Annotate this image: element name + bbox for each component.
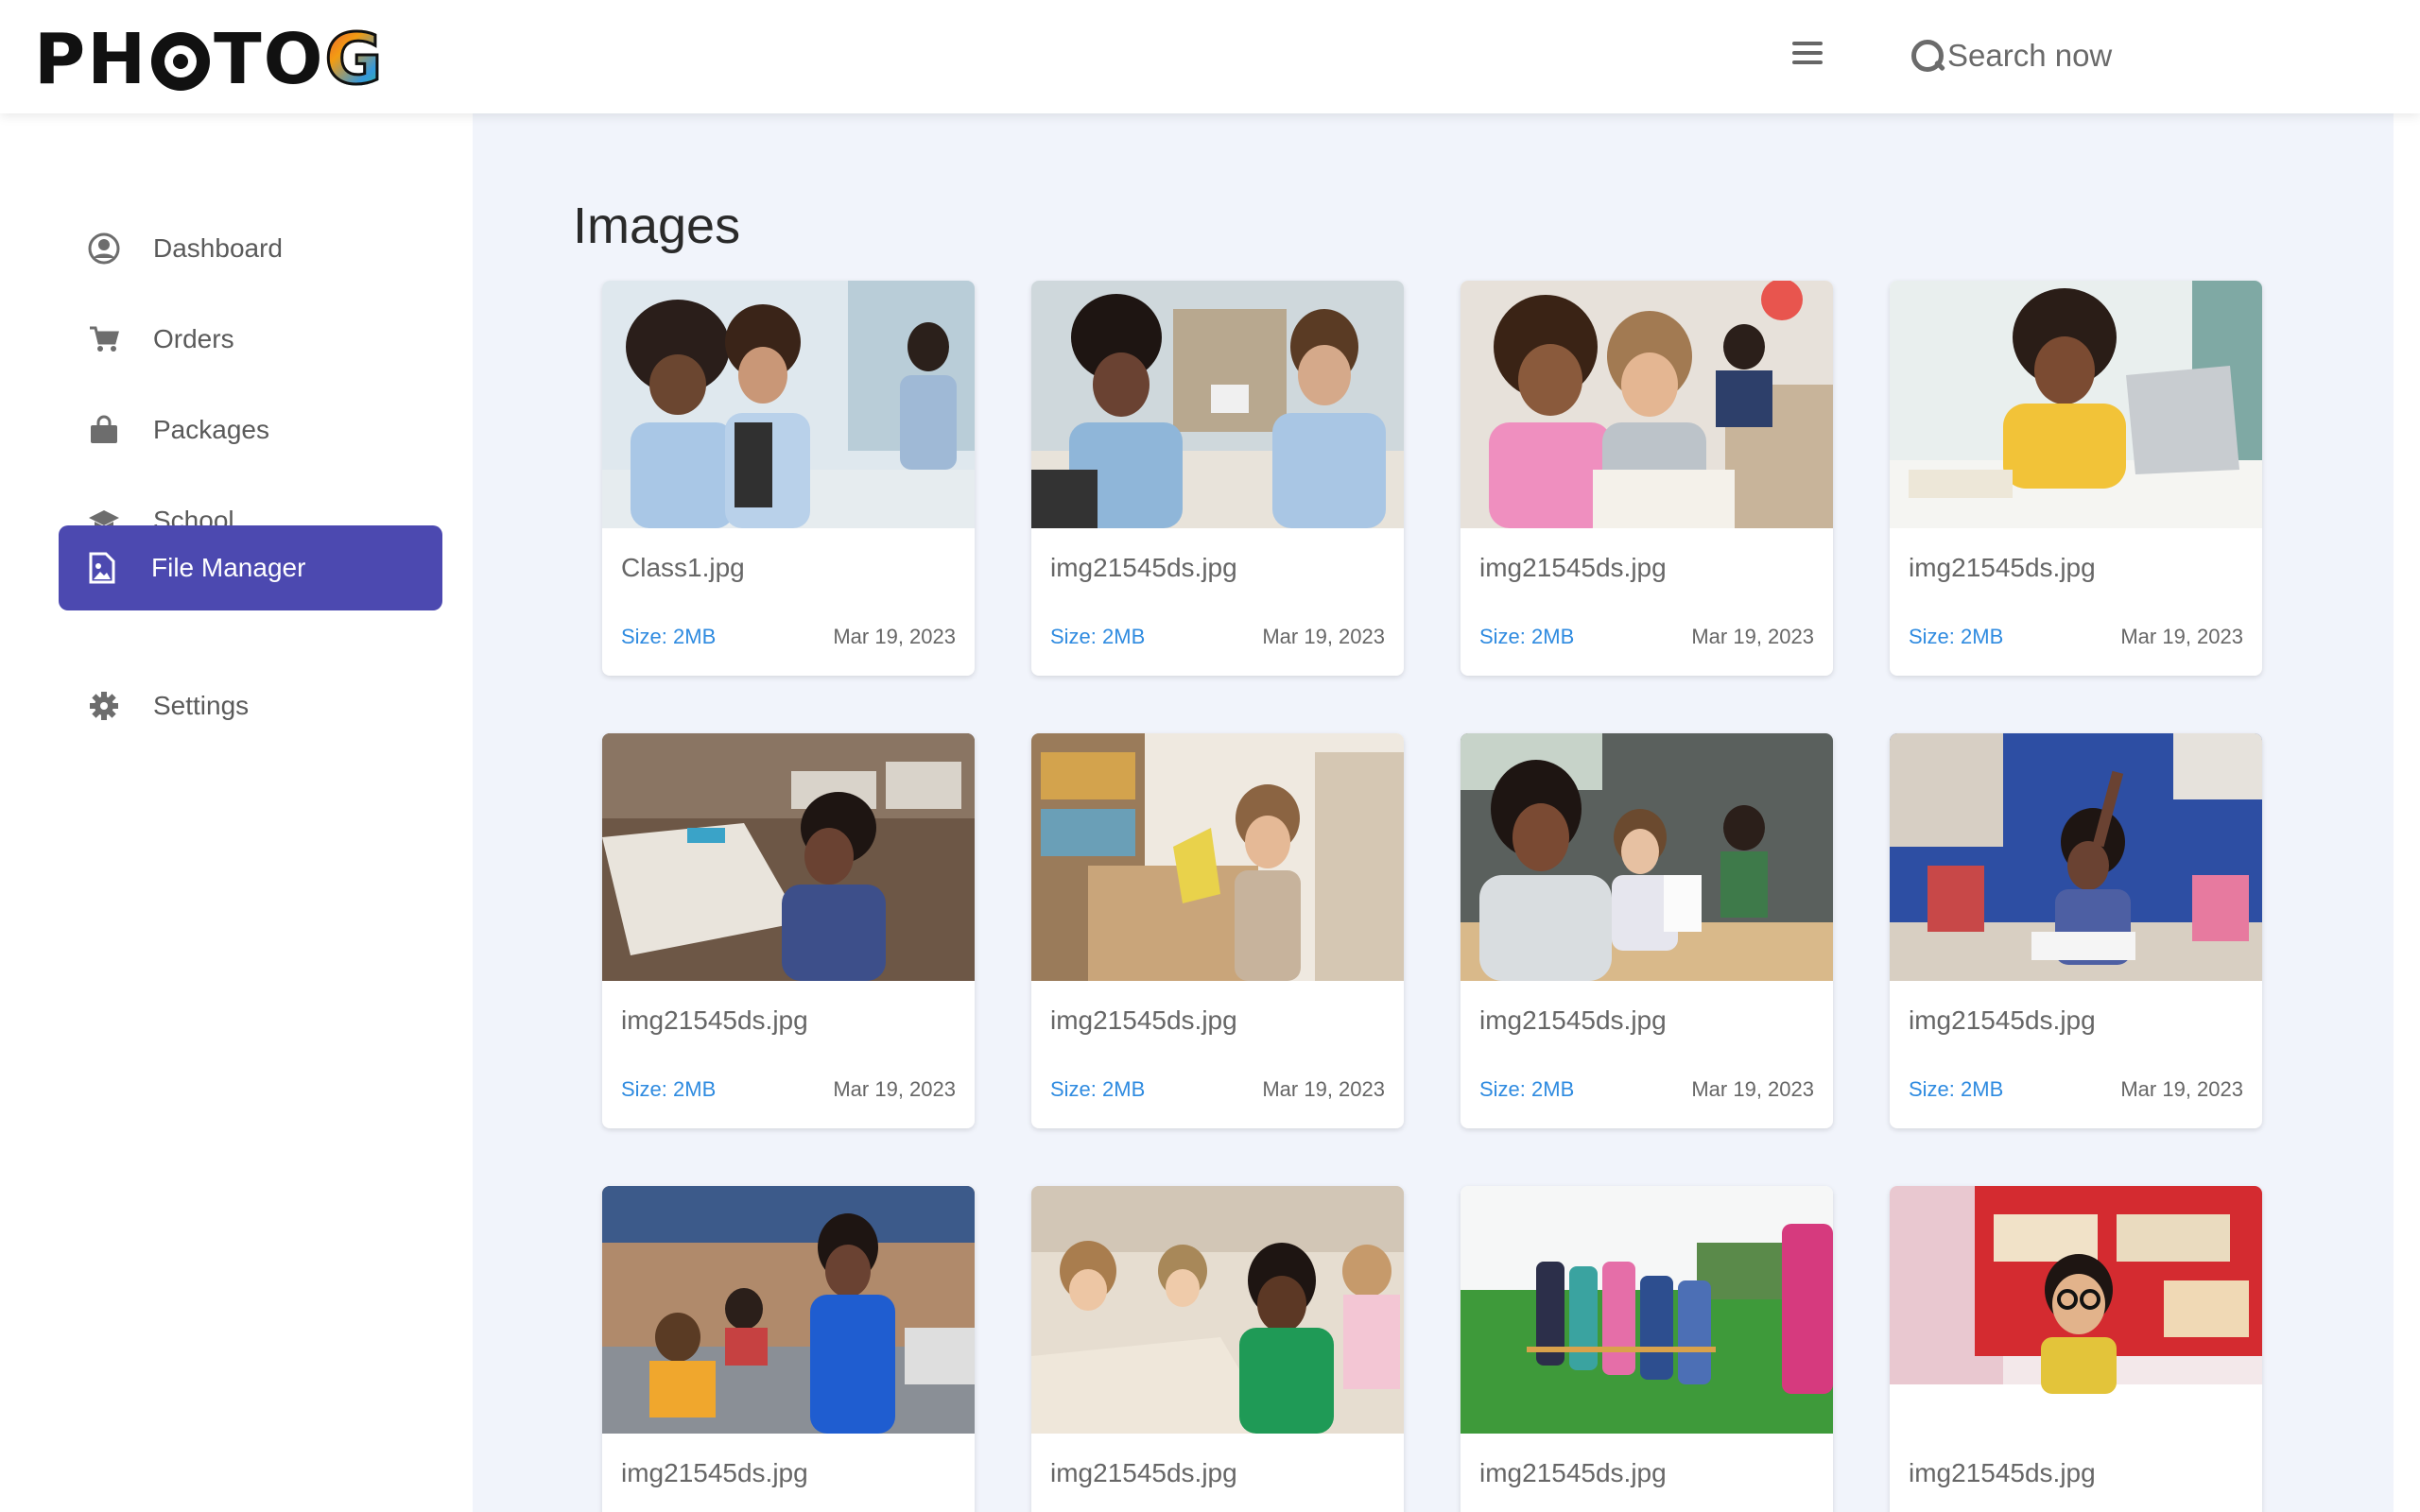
app-logo[interactable]: PH TO G [34, 18, 384, 102]
file-name: img21545ds.jpg [1050, 1005, 1237, 1035]
top-header: PH TO G [0, 0, 2420, 113]
file-image-icon [85, 551, 119, 585]
sidebar-item-dashboard[interactable]: Dashboard [59, 206, 442, 291]
file-size: Size: 2MB [621, 625, 717, 648]
search-box [1910, 34, 2231, 77]
file-name: img21545ds.jpg [1909, 1458, 2096, 1487]
sidebar-item-file-manager[interactable]: File Manager [59, 525, 442, 610]
search-input[interactable] [1947, 38, 2231, 74]
sidebar-item-label: Orders [153, 324, 234, 353]
file-name: img21545ds.jpg [1050, 553, 1237, 582]
image-thumbnail [1031, 733, 1404, 981]
sidebar-item-settings[interactable]: Settings [59, 663, 442, 748]
shopping-bag-icon [87, 413, 121, 447]
sidebar-item-label: Packages [153, 415, 269, 444]
file-name: img21545ds.jpg [1909, 1005, 2096, 1035]
image-thumbnail [602, 1186, 975, 1434]
image-card[interactable]: img21545ds.jpg [1031, 1186, 1404, 1512]
image-thumbnail [602, 733, 975, 981]
file-date: Mar 19, 2023 [1691, 1077, 1814, 1101]
file-date: Mar 19, 2023 [2120, 625, 2243, 648]
file-date: Mar 19, 2023 [833, 625, 956, 648]
image-card[interactable]: img21545ds.jpg Size: 2MB Mar 19, 2023 [602, 733, 975, 1128]
logo-text-ph: PH [34, 19, 148, 100]
file-size: Size: 2MB [1050, 625, 1146, 648]
sidebar-item-label: File Manager [151, 553, 306, 582]
image-thumbnail [1461, 733, 1833, 981]
image-card[interactable]: img21545ds.jpg [1461, 1186, 1833, 1512]
image-thumbnail [1890, 733, 2262, 981]
image-thumbnail [1031, 1186, 1404, 1434]
sidebar-item-label: Settings [153, 691, 250, 720]
file-name: img21545ds.jpg [1909, 553, 2096, 582]
file-name: img21545ds.jpg [621, 1458, 808, 1487]
file-size: Size: 2MB [1479, 625, 1575, 648]
file-name: img21545ds.jpg [1479, 1005, 1667, 1035]
file-size: Size: 2MB [1909, 625, 2004, 648]
file-size: Size: 2MB [621, 1077, 717, 1101]
file-size: Size: 2MB [1050, 1077, 1146, 1101]
file-date: Mar 19, 2023 [2120, 1077, 2243, 1101]
sidebar-item-label: Dashboard [153, 233, 283, 263]
scrollbar-track[interactable] [2394, 113, 2420, 1512]
logo-lens-icon [151, 32, 211, 91]
image-card[interactable]: img21545ds.jpg Size: 2MB Mar 19, 2023 [1890, 281, 2262, 676]
image-thumbnail [1461, 281, 1833, 528]
file-date: Mar 19, 2023 [1691, 625, 1814, 648]
main-content: Images Class1.jpg Size: 2MB Mar 19, 2023… [473, 113, 2394, 1512]
file-name: img21545ds.jpg [1479, 553, 1667, 582]
page-title: Images [573, 198, 741, 254]
file-name: img21545ds.jpg [1479, 1458, 1667, 1487]
image-card[interactable]: img21545ds.jpg Size: 2MB Mar 19, 2023 [1031, 281, 1404, 676]
image-card[interactable]: img21545ds.jpg Size: 2MB Mar 19, 2023 [1031, 733, 1404, 1128]
gear-icon [87, 689, 121, 723]
user-circle-icon [87, 232, 121, 266]
image-thumbnail [1461, 1186, 1833, 1434]
logo-text-to: TO [214, 19, 325, 100]
file-date: Mar 19, 2023 [1262, 1077, 1385, 1101]
image-card[interactable]: img21545ds.jpg Size: 2MB Mar 19, 2023 [1890, 733, 2262, 1128]
image-card[interactable]: img21545ds.jpg [1890, 1186, 2262, 1512]
file-name: Class1.jpg [621, 553, 745, 582]
image-card[interactable]: Class1.jpg Size: 2MB Mar 19, 2023 [602, 281, 975, 676]
file-size: Size: 2MB [1909, 1077, 2004, 1101]
file-size: Size: 2MB [1479, 1077, 1575, 1101]
search-icon[interactable] [1910, 36, 1945, 76]
hamburger-menu-icon[interactable] [1792, 42, 1824, 70]
sidebar-item-orders[interactable]: Orders [59, 297, 442, 382]
image-thumbnail [1890, 1186, 2262, 1434]
image-card[interactable]: img21545ds.jpg Size: 2MB Mar 19, 2023 [1461, 733, 1833, 1128]
file-name: img21545ds.jpg [1050, 1458, 1237, 1487]
cart-icon [87, 322, 121, 356]
file-name: img21545ds.jpg [621, 1005, 808, 1035]
image-card[interactable]: img21545ds.jpg Size: 2MB Mar 19, 2023 [1461, 281, 1833, 676]
sidebar-item-packages[interactable]: Packages [59, 387, 442, 472]
file-date: Mar 19, 2023 [833, 1077, 956, 1101]
image-thumbnail [1890, 281, 2262, 528]
image-thumbnail [602, 281, 975, 528]
sidebar: Dashboard Orders Packages School File Ma… [0, 113, 473, 1512]
logo-text-g: G [323, 18, 385, 102]
image-card[interactable]: img21545ds.jpg [602, 1186, 975, 1512]
image-thumbnail [1031, 281, 1404, 528]
file-date: Mar 19, 2023 [1262, 625, 1385, 648]
